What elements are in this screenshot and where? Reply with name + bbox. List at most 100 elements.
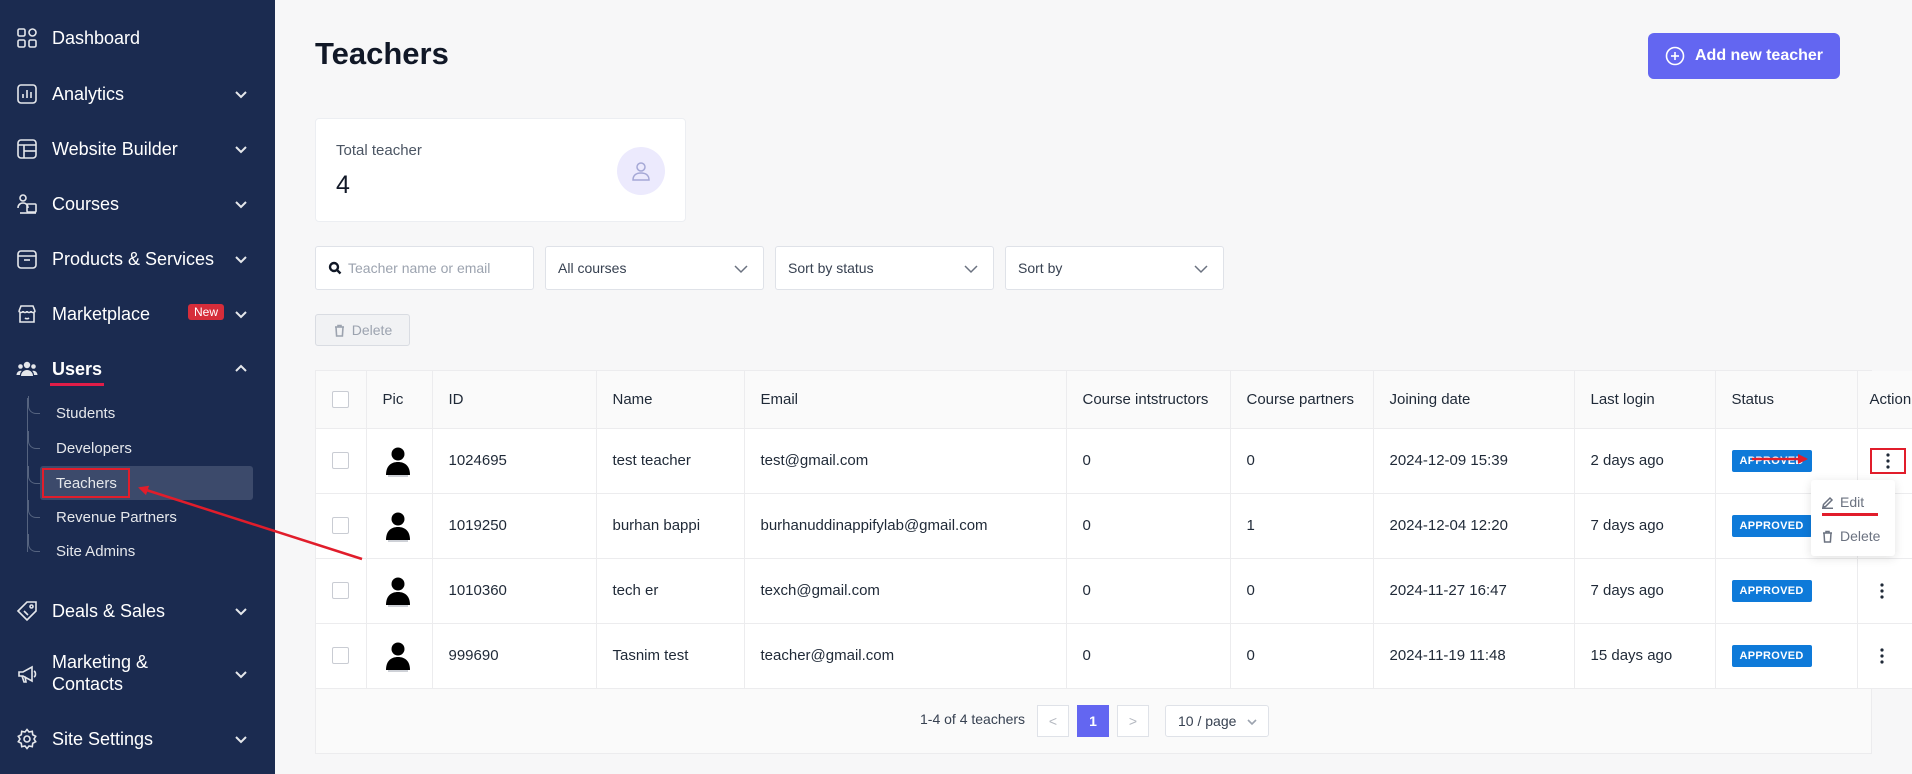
partners-cell: 0 [1230,428,1374,494]
table-row: 1010360 tech er texch@gmail.com 0 0 2024-11-2… [316,558,1912,624]
users-icon [16,358,38,380]
joining-date-cell: 2024-12-09 15:39 [1373,428,1575,494]
website-builder-icon [16,138,38,160]
edit-label: Edit [1840,494,1865,510]
action-cell [1857,558,1912,624]
status-badge: APPROVED [1731,579,1812,602]
prev-page-button[interactable]: < [1037,705,1069,737]
page-size-select[interactable]: 10 / page [1165,705,1269,737]
table-row: 1019250 burhan bappi burhanuddinappifylab@… [316,493,1912,559]
table-row: 999690 Tasnim test teacher@gmail.com 0 0 2024… [316,623,1912,689]
sidebar-item-label: Marketing & Contacts [52,651,148,695]
sidebar-item-website-builder[interactable]: Website Builder [0,127,275,171]
edit-menu-item[interactable]: Edit [1821,488,1891,516]
sidebar-item-label: Users [52,358,103,379]
delete-menu-item[interactable]: Delete [1821,522,1891,550]
user-icon [617,147,665,195]
tree-connector [28,500,40,518]
chevron-down-icon [233,731,249,747]
more-actions-icon[interactable] [1870,579,1894,603]
row-checkbox[interactable] [332,647,349,665]
search-field[interactable] [315,246,534,290]
page-1-button[interactable]: 1 [1077,705,1109,737]
products-icon [16,248,38,270]
column-header: Last login [1574,371,1716,429]
tree-connector [28,431,40,449]
email-cell: burhanuddinappifylab@gmail.com [744,493,1067,559]
avatar [383,510,413,542]
status-sort-value: Sort by status [788,260,874,276]
column-header: ID [432,371,597,429]
instructors-cell: 0 [1066,428,1231,494]
chevron-down-icon [233,86,249,102]
page-title: Teachers [315,36,449,71]
sidebar-item-products-services[interactable]: Products & Services [0,237,275,281]
bulk-delete-button[interactable]: Delete [315,314,410,346]
chevron-down-icon [233,196,249,212]
sidebar-item-courses[interactable]: Courses [0,182,275,226]
name-cell: tech er [596,558,745,624]
analytics-icon [16,83,38,105]
row-checkbox[interactable] [332,452,349,470]
status-sort-select[interactable]: Sort by status [775,246,994,290]
sidebar: Dashboard Analytics Website Builder Cour… [0,0,275,774]
stat-label: Total teacher [336,142,422,159]
courses-select[interactable]: All courses [545,246,764,290]
chevron-down-icon [233,251,249,267]
column-header: Status [1715,371,1858,429]
joining-date-cell: 2024-11-27 16:47 [1373,558,1575,624]
more-actions-icon[interactable] [1869,447,1906,474]
sidebar-subitem-label: Revenue Partners [56,508,177,526]
chevron-down-icon [963,261,979,277]
sidebar-subitem-site-admins[interactable]: Site Admins [28,534,253,568]
sidebar-item-label-line2: Contacts [52,674,124,694]
sidebar-subitem-developers[interactable]: Developers [28,431,253,465]
sidebar-item-site-settings[interactable]: Site Settings [0,717,275,761]
id-cell: 999690 [432,623,597,689]
sidebar-subitem-revenue-partners[interactable]: Revenue Partners [28,500,253,534]
instructors-cell: 0 [1066,558,1231,624]
sidebar-item-users[interactable]: Users [0,347,275,391]
column-header: Action [1857,371,1912,429]
row-checkbox[interactable] [332,582,349,600]
name-cell: test teacher [596,428,745,494]
sidebar-item-marketing-contacts[interactable]: Marketing & Contacts [0,651,275,697]
email-cell: texch@gmail.com [744,558,1067,624]
sidebar-item-marketplace[interactable]: Marketplace New [0,292,275,336]
action-cell [1857,623,1912,689]
add-new-teacher-button[interactable]: Add new teacher [1648,33,1840,79]
pic-cell [366,558,433,624]
column-header: Email [744,371,1067,429]
next-page-button[interactable]: > [1117,705,1149,737]
more-actions-icon[interactable] [1870,644,1894,668]
sort-by-select[interactable]: Sort by [1005,246,1224,290]
partners-cell: 1 [1230,493,1374,559]
sidebar-item-dashboard[interactable]: Dashboard [0,16,275,60]
tag-icon [16,600,38,622]
sidebar-subitem-students[interactable]: Students [28,396,253,430]
last-login-cell: 2 days ago [1574,428,1716,494]
tree-connector [28,466,40,484]
sidebar-item-deals-sales[interactable]: Deals & Sales [0,589,275,633]
status-badge: APPROVED [1731,449,1812,472]
tree-connector [28,396,40,414]
status-badge: APPROVED [1731,514,1812,537]
last-login-cell: 7 days ago [1574,493,1716,559]
avatar [383,640,413,672]
annotation-highlight-box [42,468,130,498]
annotation-underline [50,383,104,386]
search-input[interactable] [348,260,528,276]
select-all-checkbox[interactable] [332,391,349,409]
select-all-cell [316,371,367,429]
sidebar-item-analytics[interactable]: Analytics [0,72,275,116]
courses-select-value: All courses [558,260,627,276]
trash-icon [334,324,344,337]
search-icon [328,261,342,275]
sidebar-item-label: Analytics [52,83,125,104]
chevron-up-icon [233,361,249,377]
courses-icon [16,193,38,215]
row-checkbox[interactable] [332,517,349,535]
id-cell: 1019250 [432,493,597,559]
joining-date-cell: 2024-12-04 12:20 [1373,493,1575,559]
chevron-down-icon [233,603,249,619]
